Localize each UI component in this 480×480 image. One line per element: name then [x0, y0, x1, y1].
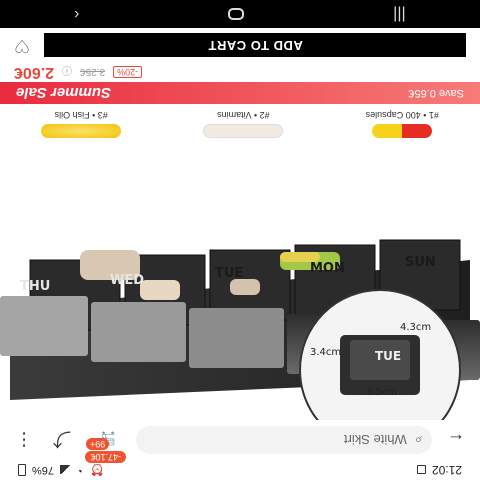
search-bar[interactable]: ⌕ White Skirt [136, 426, 432, 454]
product-title: 1pc Multi-grid Medicine Storage Box, Sim… [14, 23, 325, 46]
wifi-icon: ◔ [78, 464, 85, 476]
variant-selector: #1 • 400 Capsules #2 • Vitamins #3 • Fis… [0, 104, 480, 144]
cart-discount-badge: -47.10€ [85, 451, 126, 463]
size-row[interactable]: Size [0, 8, 480, 22]
battery-text: 76% [32, 464, 55, 476]
original-price: 3.25€ [80, 66, 106, 78]
current-price: 2.60€ [14, 64, 55, 81]
dim-depth: 4.3cm [400, 322, 431, 333]
variant-option[interactable]: #2 • Vitamins [203, 110, 284, 138]
day-label-mon: MON [310, 261, 345, 276]
share-icon[interactable]: ⤴ [48, 426, 76, 454]
variant-label: #2 • Vitamins [217, 110, 270, 120]
variant-swatch [41, 124, 122, 138]
screen: 21:02 ⏰ ◔ 76% ← ⌕ White Skirt -47.10€ 🛒 … [0, 0, 480, 480]
size-label: Size [14, 11, 34, 22]
notification-icon [416, 465, 426, 475]
price-row: -20% 3.25€ ⓘ 2.60€ [0, 62, 480, 82]
pill-box-illustration: THU WED TUE MON SUN TUE 3.5cm 3.4cm 4.3c… [0, 144, 480, 420]
rating[interactable]: ‹ 4.96 (500+) ★ [394, 35, 466, 46]
dim-height: 3.4cm [310, 347, 341, 358]
day-label-tue: TUE [215, 266, 243, 281]
app-bar: ← ⌕ White Skirt -47.10€ 🛒 99+ ⤴ ⋮ [0, 420, 480, 463]
discount-tag: -20% [113, 66, 143, 78]
dim-width: 3.5cm [366, 387, 397, 398]
product-image[interactable]: THU WED TUE MON SUN TUE 3.5cm 3.4cm 4.3c… [0, 144, 480, 420]
variant-option[interactable]: #3 • Fish Oils [41, 110, 122, 138]
alarm-icon: ⏰ [90, 463, 105, 476]
signal-icon [60, 465, 73, 475]
variant-label: #1 • 400 Capsules [365, 110, 439, 120]
day-label-wed: WED [110, 273, 144, 288]
more-icon[interactable]: ⋮ [10, 426, 38, 454]
search-icon: ⌕ [414, 433, 422, 448]
sale-save-text: Save 0.65€ [408, 87, 464, 99]
sale-title: Summer Sale [16, 84, 112, 102]
status-time: 21:02 [431, 463, 462, 477]
product-name-row: ‹ 4.96 (500+) ★ 1pc Multi-grid Medicine … [0, 20, 480, 46]
cart-count-badge: 99+ [86, 438, 110, 450]
chevron-icon: ‹ [462, 35, 466, 46]
rating-text: 4.96 (500+) [407, 35, 459, 46]
back-icon[interactable]: ← [442, 426, 470, 454]
cart-button[interactable]: -47.10€ 🛒 99+ [85, 426, 126, 463]
status-bar: 21:02 ⏰ ◔ 76% [0, 460, 480, 480]
day-label-thu: THU [20, 279, 50, 294]
search-text: White Skirt [343, 432, 407, 448]
variant-swatch [203, 124, 284, 138]
battery-icon [18, 464, 26, 476]
variant-option[interactable]: #1 • 400 Capsules [366, 110, 439, 138]
summer-sale-banner: Save 0.65€ Summer Sale [0, 82, 480, 104]
day-label-sun: SUN [405, 255, 436, 270]
coupon-tag[interactable]: 20% OFF For orders 9.00€+ [14, 48, 137, 60]
variant-swatch [372, 124, 433, 138]
variant-label: #3 • Fish Oils [54, 110, 108, 120]
info-icon: ⓘ [62, 64, 73, 76]
star-icon: ★ [394, 35, 404, 46]
zoom-lid-label: TUE [375, 349, 401, 363]
coupon-row: 20% OFF For orders 9.00€+ [0, 46, 480, 62]
